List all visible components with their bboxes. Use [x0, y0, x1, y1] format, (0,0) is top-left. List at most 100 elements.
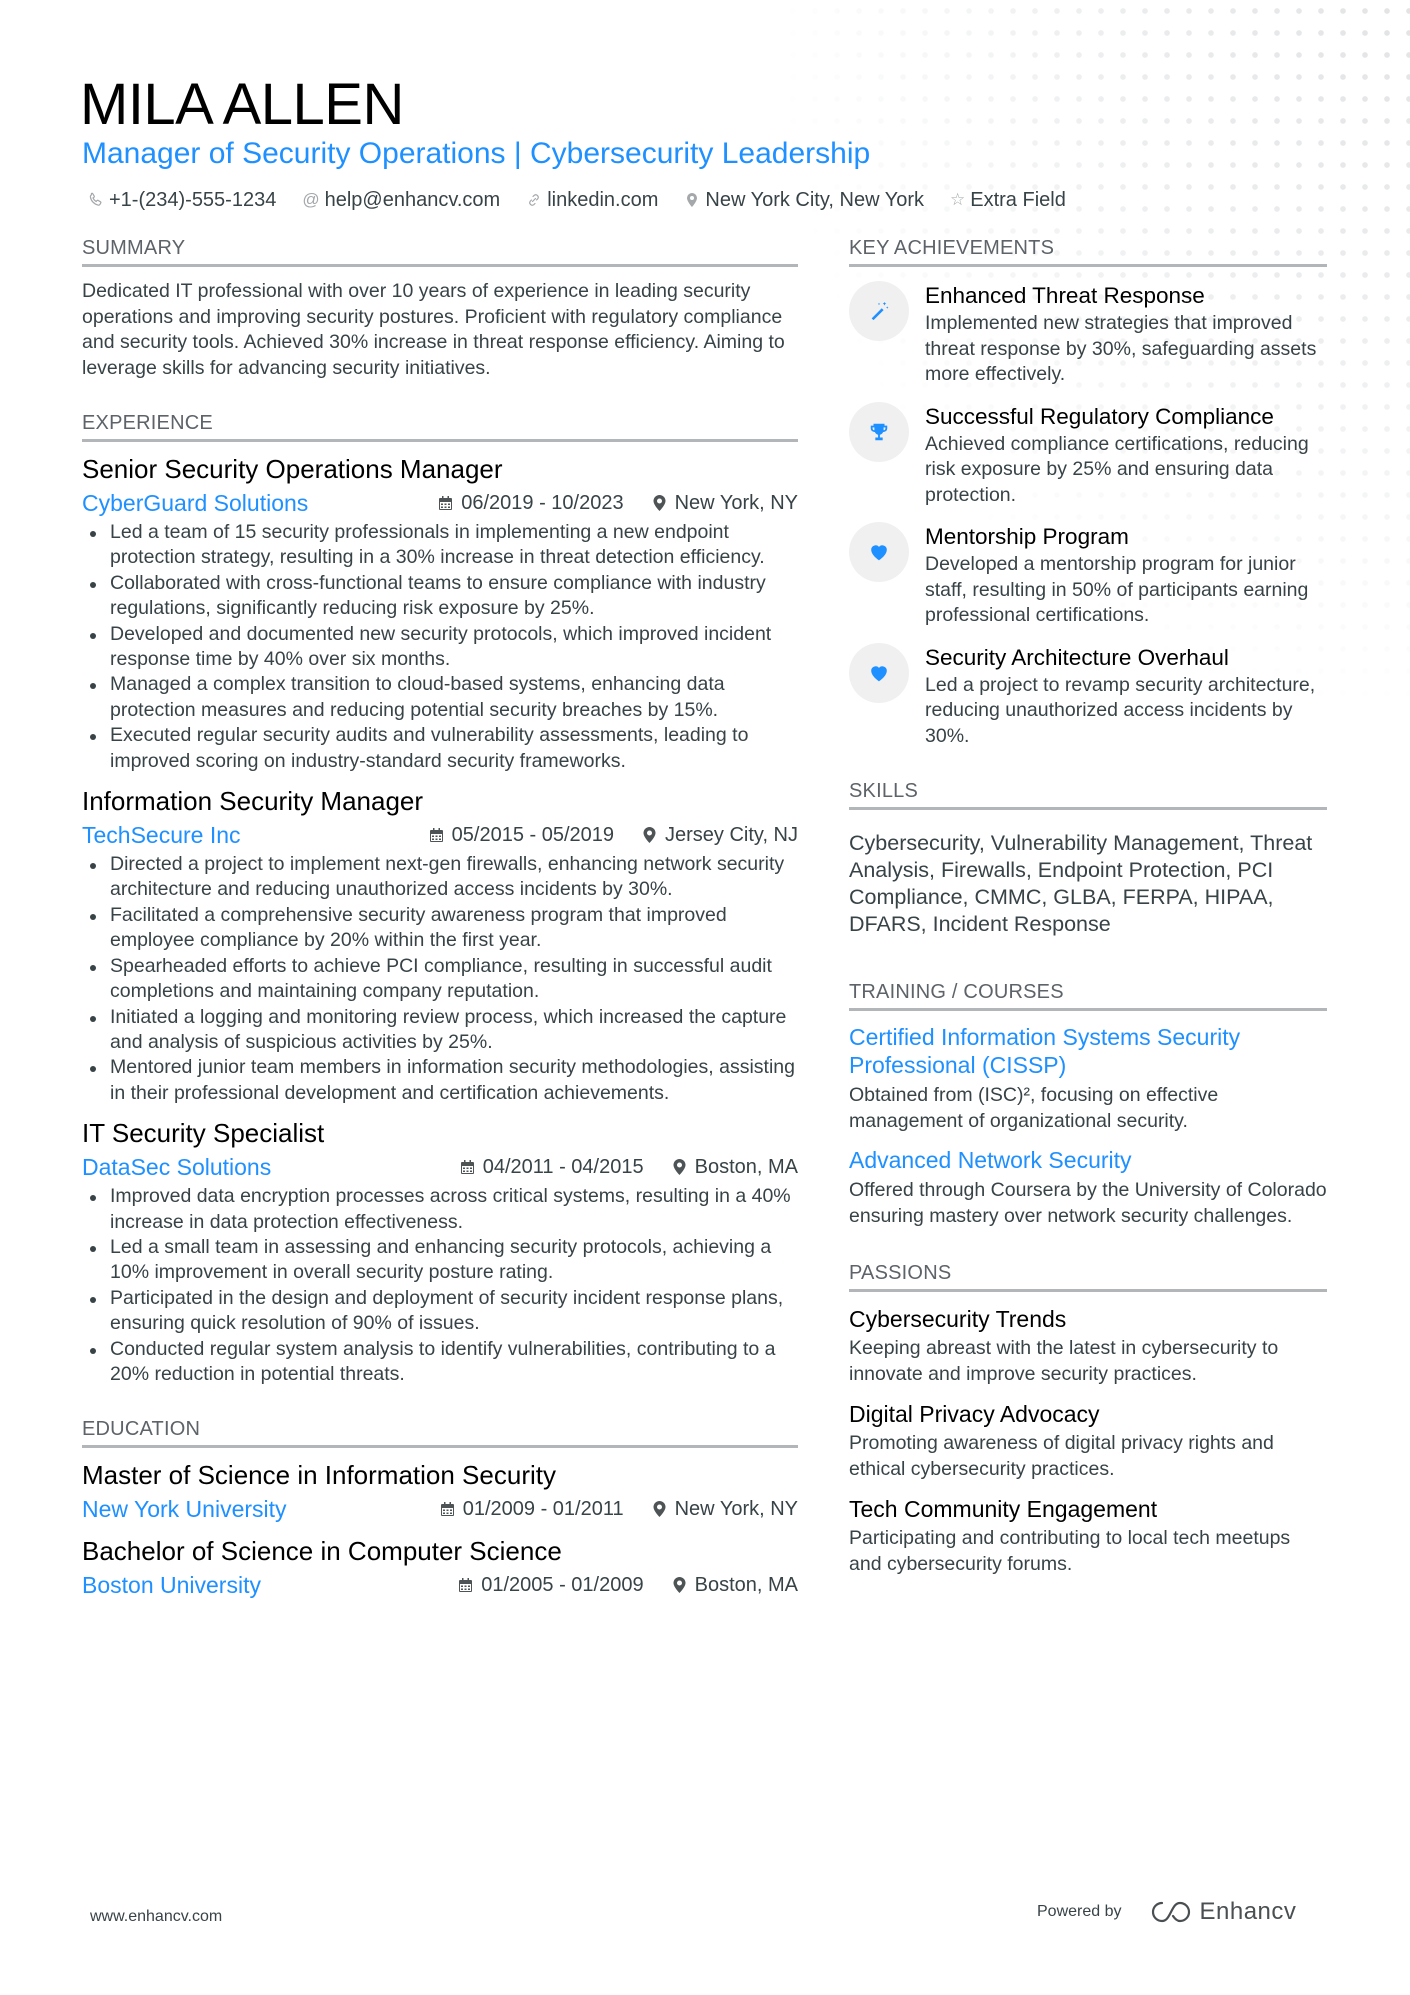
experience-item: IT Security Specialist DataSec Solutions… [82, 1116, 798, 1387]
company-name[interactable]: DataSec Solutions [82, 1152, 271, 1182]
contact-email-text: help@enhancv.com [324, 189, 501, 211]
location-pin-icon [673, 1159, 686, 1176]
bullet-item: Collaborated with cross-functional teams… [82, 571, 798, 622]
contact-extra-text: Extra Field [970, 189, 1066, 211]
job-title: Information Security Manager [82, 786, 424, 817]
achievement-title: Successful Regulatory Compliance [925, 403, 1274, 429]
achievement-desc: Implemented new strategies that improved… [925, 312, 1317, 385]
passions-section: PASSIONS Cybersecurity Trends Keeping ab… [849, 1259, 1327, 1577]
job-meta: CyberGuard Solutions 06/2019 - 10/2023 N… [82, 488, 798, 518]
contact-extra-field: ☆ Extra Field [950, 186, 1066, 214]
enhancv-logo[interactable]: Enhancv [1148, 1898, 1297, 1926]
section-title-experience: EXPERIENCE [82, 409, 798, 442]
powered-by-label: Powered by [1037, 1903, 1122, 1920]
course-title[interactable]: Certified Information Systems Security P… [849, 1023, 1327, 1079]
summary-section: SUMMARY Dedicated IT professional with o… [82, 234, 798, 381]
bullet-item: Managed a complex transition to cloud-ba… [82, 672, 798, 723]
achievements-section: KEY ACHIEVEMENTS Enhanced Threat Respons… [849, 234, 1327, 749]
candidate-name: MILA ALLEN [80, 72, 404, 137]
experience-item: Senior Security Operations Manager Cyber… [82, 452, 798, 774]
contact-linkedin[interactable]: linkedin.com [526, 186, 658, 214]
achievement-desc: Led a project to revamp security archite… [925, 673, 1316, 747]
location-pin-icon [643, 827, 656, 844]
education-item: Master of Science in Information Securit… [82, 1458, 798, 1524]
location-pin-icon [653, 1501, 666, 1518]
achievement-item: Successful Regulatory Compliance Achieve… [849, 401, 1327, 509]
summary-text: Dedicated IT professional with over 10 y… [82, 280, 785, 379]
left-column: SUMMARY Dedicated IT professional with o… [82, 234, 798, 1600]
education-section: EDUCATION Master of Science in Informati… [82, 1415, 798, 1600]
location-pin-icon [673, 1577, 686, 1594]
job-dates: 05/2015 - 05/2019 [451, 824, 615, 847]
bullet-item: Mentored junior team members in informat… [82, 1055, 798, 1106]
achievement-title: Mentorship Program [925, 524, 1129, 549]
job-bullets: Directed a project to implement next-gen… [82, 852, 798, 1106]
job-location: Boston, MA [694, 1156, 798, 1179]
passion-desc: Promoting awareness of digital privacy r… [849, 1432, 1274, 1480]
school-name[interactable]: Boston University [82, 1570, 261, 1600]
job-title: Senior Security Operations Manager [82, 454, 503, 484]
magic-wand-icon [849, 281, 909, 341]
course-title[interactable]: Advanced Network Security [849, 1146, 1327, 1174]
job-location: Jersey City, NJ [665, 824, 798, 847]
job-meta: TechSecure Inc 05/2015 - 05/2019 Jersey … [82, 820, 798, 850]
heart-icon [849, 642, 909, 703]
bullet-item: Executed regular security audits and vul… [82, 723, 798, 774]
education-location: New York, NY [674, 1498, 798, 1521]
contact-location: New York City, New York [684, 186, 924, 214]
calendar-icon [439, 496, 453, 510]
passion-title: Cybersecurity Trends [849, 1306, 1067, 1332]
training-section: TRAINING / COURSES Certified Information… [849, 978, 1327, 1229]
bullet-item: Conducted regular system analysis to ide… [82, 1337, 798, 1388]
experience-item: Information Security Manager TechSecure … [82, 784, 798, 1106]
phone-icon [88, 192, 104, 208]
job-bullets: Improved data encryption processes acros… [82, 1184, 798, 1387]
contact-linkedin-text: linkedin.com [547, 189, 659, 211]
degree-title: Master of Science in Information Securit… [82, 1460, 556, 1491]
education-location: Boston, MA [694, 1574, 798, 1597]
contact-location-text: New York City, New York [705, 189, 924, 211]
location-icon [684, 192, 700, 208]
course-item: Certified Information Systems Security P… [849, 1023, 1327, 1134]
contact-email[interactable]: @ help@enhancv.com [302, 186, 500, 214]
bullet-item: Improved data encryption processes acros… [82, 1184, 798, 1235]
job-dates: 04/2011 - 04/2015 [482, 1156, 644, 1179]
calendar-icon [459, 1578, 473, 1593]
company-name[interactable]: TechSecure Inc [82, 820, 241, 850]
at-icon: @ [302, 190, 320, 209]
contact-phone[interactable]: +1-(234)-555-1234 [88, 186, 276, 214]
achievement-title: Security Architecture Overhaul [925, 644, 1229, 670]
location-pin-icon [653, 495, 666, 511]
education-item: Bachelor of Science in Computer Science … [82, 1534, 798, 1600]
bullet-item: Led a team of 15 security professionals … [82, 520, 798, 571]
star-icon: ☆ [950, 190, 966, 209]
calendar-icon [429, 828, 443, 843]
footer-website-link[interactable]: www.enhancv.com [90, 1908, 222, 1926]
enhancv-brand-name: Enhancv [1199, 1898, 1297, 1925]
skills-list: Cybersecurity, Vulnerability Management,… [849, 831, 1313, 936]
achievement-title: Enhanced Threat Response [925, 283, 1205, 308]
school-name[interactable]: New York University [82, 1494, 287, 1524]
bullet-item: Initiated a logging and monitoring revie… [82, 1005, 798, 1056]
enhancv-logo-icon [1151, 1901, 1190, 1923]
achievement-desc: Developed a mentorship program for junio… [925, 553, 1309, 626]
bullet-item: Spearheaded efforts to achieve PCI compl… [82, 954, 798, 1005]
education-dates: 01/2005 - 01/2009 [481, 1574, 644, 1597]
bullet-item: Directed a project to implement next-gen… [82, 852, 798, 903]
section-title-training: TRAINING / COURSES [849, 978, 1327, 1011]
achievement-item: Security Architecture Overhaul Led a pro… [849, 642, 1327, 750]
passion-desc: Participating and contributing to local … [849, 1527, 1291, 1575]
passion-title: Tech Community Engagement [849, 1496, 1158, 1522]
section-title-achievements: KEY ACHIEVEMENTS [849, 234, 1327, 267]
passion-item: Tech Community Engagement Participating … [849, 1494, 1327, 1577]
link-icon [526, 192, 542, 208]
company-name[interactable]: CyberGuard Solutions [82, 488, 308, 518]
experience-section: EXPERIENCE Senior Security Operations Ma… [82, 409, 798, 1387]
passion-desc: Keeping abreast with the latest in cyber… [849, 1337, 1279, 1385]
job-title: IT Security Specialist [82, 1118, 325, 1149]
calendar-icon [460, 1160, 474, 1175]
heart-icon [849, 522, 909, 582]
resume-page: MILA ALLEN Manager of Security Operation… [0, 0, 1410, 1995]
bullet-item: Participated in the design and deploymen… [82, 1286, 798, 1337]
passion-title: Digital Privacy Advocacy [849, 1401, 1100, 1427]
